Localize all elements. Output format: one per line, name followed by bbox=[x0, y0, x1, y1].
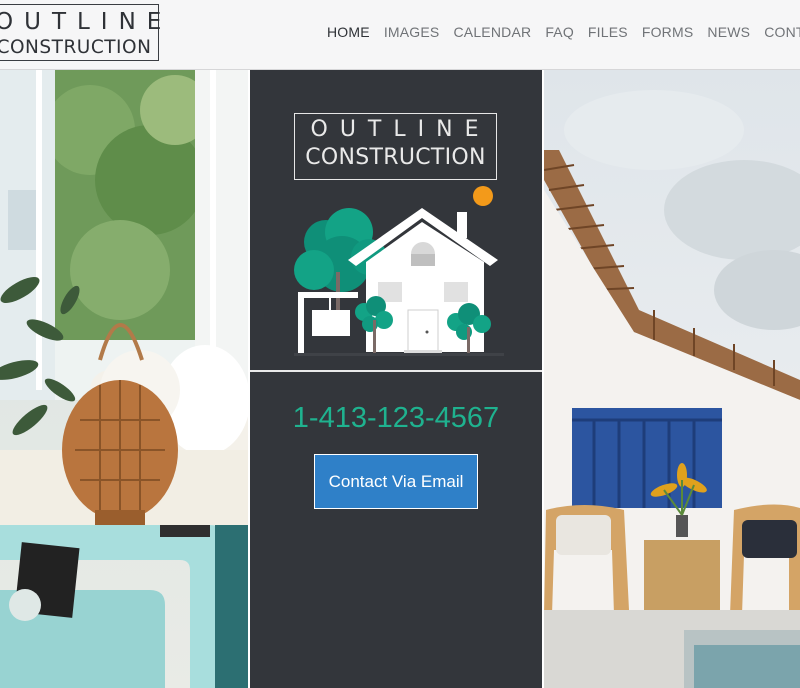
nav-forms[interactable]: FORMS bbox=[642, 24, 694, 40]
hero-logo-line-2: CONSTRUCTION bbox=[305, 145, 486, 170]
exterior-photo-panel bbox=[544, 70, 800, 688]
logo-line-2: CONSTRUCTION bbox=[0, 37, 152, 58]
nav-images[interactable]: IMAGES bbox=[384, 24, 440, 40]
site-header: OUTLINE CONSTRUCTION HOME IMAGES CALENDA… bbox=[0, 0, 800, 70]
nav-calendar[interactable]: CALENDAR bbox=[453, 24, 531, 40]
site-logo[interactable]: OUTLINE CONSTRUCTION bbox=[0, 4, 173, 61]
nav-contact[interactable]: CONTACT bbox=[764, 24, 800, 40]
contact-email-button[interactable]: Contact Via Email bbox=[314, 454, 478, 509]
house-illustration bbox=[294, 186, 504, 356]
patio-house-exterior-image bbox=[544, 90, 800, 688]
logo-line-1: OUTLINE bbox=[0, 9, 173, 35]
hero-logo: OUTLINE CONSTRUCTION bbox=[294, 113, 497, 180]
nav-files[interactable]: FILES bbox=[588, 24, 628, 40]
hero-logo-line-1: OUTLINE bbox=[310, 117, 491, 142]
nav-news[interactable]: NEWS bbox=[707, 24, 750, 40]
sun-icon bbox=[473, 186, 493, 206]
nav-faq[interactable]: FAQ bbox=[545, 24, 574, 40]
phone-number: 1-413-123-4567 bbox=[292, 402, 500, 434]
hero-divider bbox=[250, 370, 542, 372]
interior-living-room-image bbox=[0, 70, 248, 688]
hero-info-panel: OUTLINE CONSTRUCTION 1-413-123-4567 Cont… bbox=[250, 70, 542, 688]
main-nav: HOME IMAGES CALENDAR FAQ FILES FORMS NEW… bbox=[327, 24, 800, 40]
nav-home[interactable]: HOME bbox=[327, 24, 370, 40]
interior-photo-panel bbox=[0, 70, 248, 688]
